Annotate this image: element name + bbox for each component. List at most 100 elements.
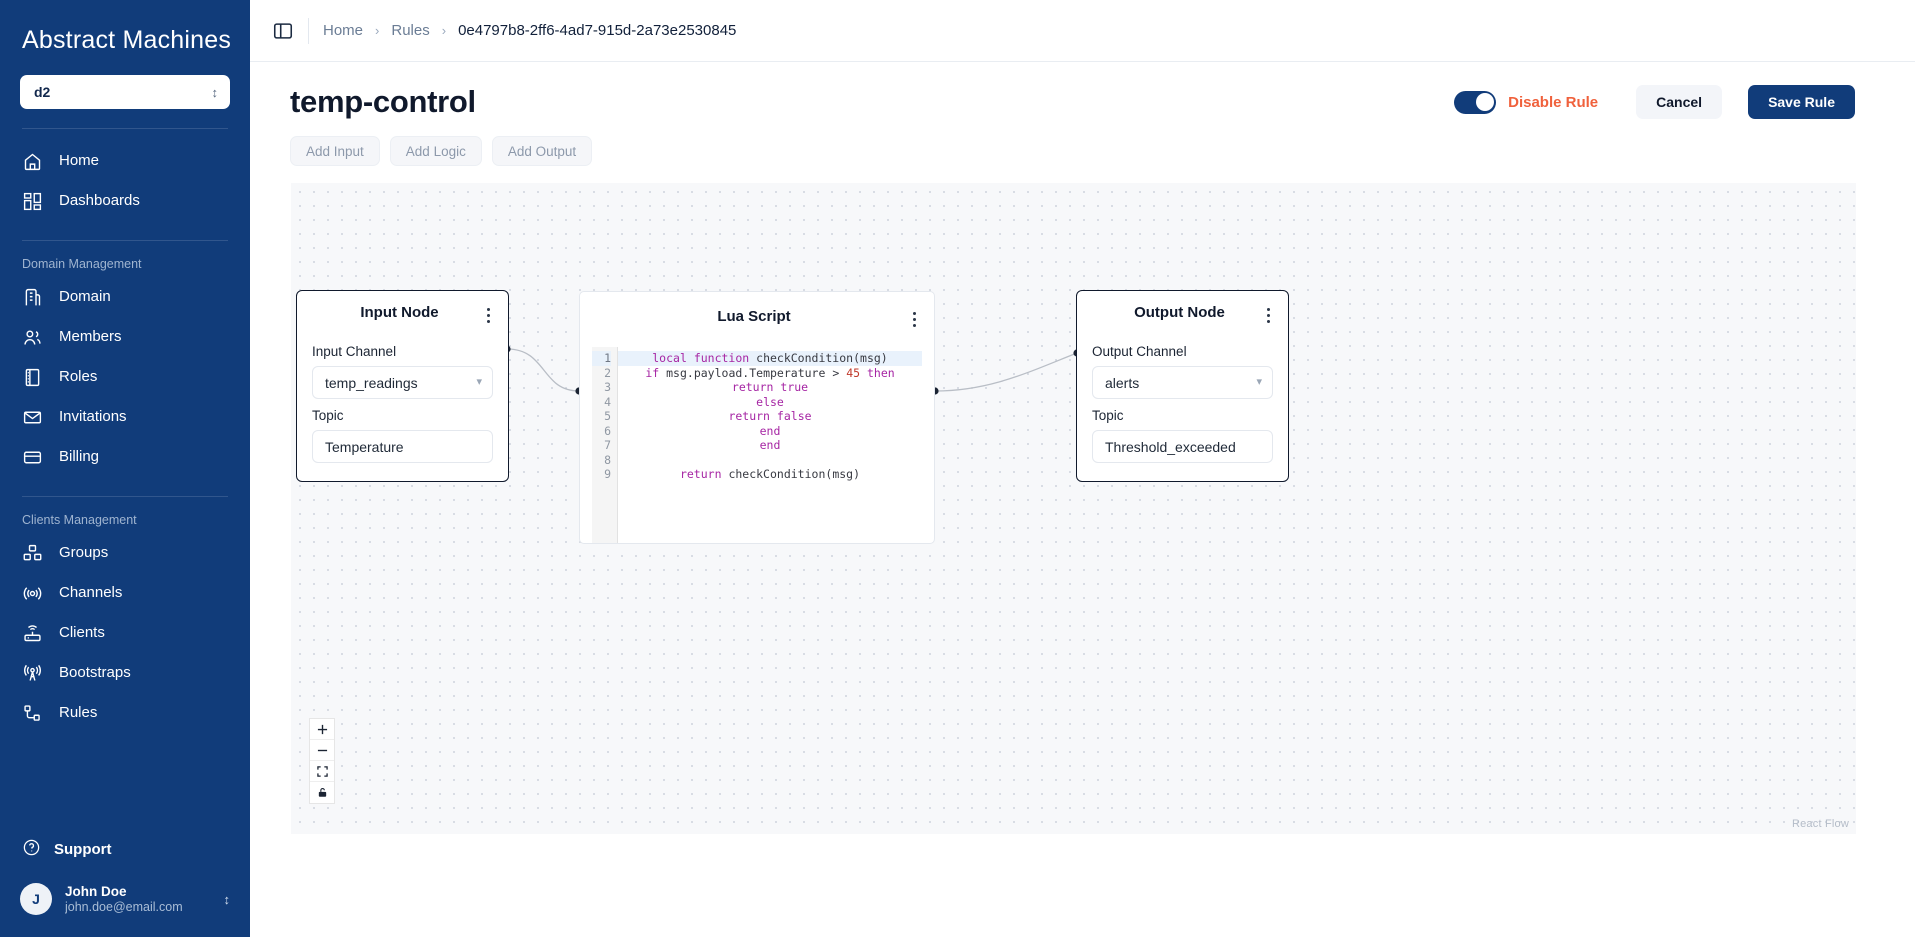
add-input-button[interactable]: Add Input (290, 136, 380, 166)
boxes-icon (22, 543, 43, 564)
cancel-button[interactable]: Cancel (1636, 85, 1723, 119)
sidebar-item-clients[interactable]: Clients (0, 613, 250, 653)
kebab-menu-icon[interactable] (1260, 304, 1276, 326)
code-line: end (759, 438, 781, 452)
support-label: Support (54, 841, 112, 858)
input-node[interactable]: Input Node Input Channel temp_readings ▾… (296, 290, 509, 482)
page-actions: Disable Rule Cancel Save Rule (1454, 85, 1855, 119)
disable-rule-label: Disable Rule (1508, 93, 1599, 111)
sidebar-section-domain-management: Domain Management (22, 257, 142, 271)
credit-card-icon (22, 447, 43, 468)
main-area: Home › Rules › 0e4797b8-2ff6-4ad7-915d-2… (250, 0, 1915, 937)
input-channel-select[interactable]: temp_readings ▾ (312, 366, 493, 399)
sidebar-item-label: Clients (59, 624, 105, 641)
brand-logo: Abstract Machines (0, 0, 250, 55)
user-name: John Doe (65, 884, 127, 900)
line-number: 5 (604, 409, 611, 423)
breadcrumb-item-home[interactable]: Home (323, 22, 363, 39)
input-topic-label: Topic (312, 408, 344, 423)
save-rule-button[interactable]: Save Rule (1748, 85, 1855, 119)
line-number: 9 (604, 467, 611, 481)
sidebar-item-groups[interactable]: Groups (0, 533, 250, 573)
code-line: return checkCondition(msg) (679, 467, 861, 481)
output-channel-label: Output Channel (1092, 344, 1187, 359)
lua-node-title: Lua Script (717, 308, 791, 325)
flow-canvas[interactable]: Input Node Input Channel temp_readings ▾… (291, 183, 1856, 834)
book-icon (22, 367, 43, 388)
input-topic-field[interactable]: Temperature (312, 430, 493, 463)
line-number: 1 (592, 351, 611, 366)
sidebar-item-roles[interactable]: Roles (0, 357, 250, 397)
sidebar-item-label: Bootstraps (59, 664, 131, 681)
code-line: local function checkCondition(msg) (618, 351, 922, 366)
topbar: Home › Rules › 0e4797b8-2ff6-4ad7-915d-2… (250, 0, 1915, 62)
sidebar-item-dashboards[interactable]: Dashboards (0, 181, 250, 221)
zoom-in-button[interactable] (310, 719, 334, 740)
flow-edges (503, 345, 1081, 395)
user-email: john.doe@email.com (65, 899, 183, 914)
line-number: 2 (604, 365, 611, 380)
line-number: 3 (604, 380, 611, 394)
sidebar-item-members[interactable]: Members (0, 317, 250, 357)
lua-code-editor[interactable]: 1 2 3 4 5 6 7 8 9 local function checkCo… (592, 347, 922, 543)
sidebar-item-bootstraps[interactable]: Bootstraps (0, 653, 250, 693)
topbar-divider (308, 17, 309, 44)
sidebar-nav-domain: Domain Members Roles Invitations Billing (0, 277, 250, 477)
domain-selector-value: d2 (34, 84, 51, 100)
sidebar-section-clients-management: Clients Management (22, 513, 137, 527)
add-logic-button[interactable]: Add Logic (389, 136, 482, 166)
sidebar-item-label: Rules (59, 704, 98, 721)
avatar: J (20, 883, 52, 915)
chevron-down-icon: ▾ (476, 376, 482, 388)
sidebar-nav-top: Home Dashboards (0, 141, 250, 221)
sidebar-item-label: Home (59, 152, 100, 169)
toggle-knob (1475, 93, 1494, 111)
lua-code-content[interactable]: local function checkCondition(msg) if ms… (618, 347, 922, 543)
disable-rule-toggle[interactable] (1454, 90, 1497, 114)
sidebar: Abstract Machines d2 ↕ Home Dashboards D… (0, 0, 250, 937)
react-flow-attribution: React Flow (1791, 818, 1849, 830)
line-number: 8 (604, 452, 611, 467)
sidebar-item-invitations[interactable]: Invitations (0, 397, 250, 437)
sidebar-item-rules[interactable]: Rules (0, 693, 250, 733)
antenna-icon (22, 663, 43, 684)
sidebar-item-label: Invitations (59, 408, 127, 425)
sidebar-item-home[interactable]: Home (0, 141, 250, 181)
output-channel-value: alerts (1105, 374, 1140, 391)
code-line: end (759, 423, 781, 438)
output-node[interactable]: Output Node Output Channel alerts ▾ Topi… (1076, 290, 1289, 482)
output-topic-field[interactable]: Threshold_exceeded (1092, 430, 1273, 463)
input-channel-label: Input Channel (312, 344, 397, 359)
zoom-out-button[interactable] (310, 740, 334, 761)
kebab-menu-icon[interactable] (480, 304, 496, 326)
lua-node-header: Lua Script (580, 292, 934, 330)
sidebar-item-domain[interactable]: Domain (0, 277, 250, 317)
input-node-header: Input Node (297, 291, 508, 326)
kebab-menu-icon[interactable] (906, 308, 922, 330)
user-profile-button[interactable]: J John Doe john.doe@email.com ↕ (0, 869, 250, 937)
domain-selector[interactable]: d2 ↕ (20, 75, 230, 109)
fit-view-button[interactable] (310, 761, 334, 782)
line-number: 7 (604, 438, 611, 452)
lock-button[interactable] (310, 782, 334, 803)
user-meta: John Doe john.doe@email.com (65, 884, 211, 914)
input-channel-value: temp_readings (325, 374, 418, 391)
output-channel-select[interactable]: alerts ▾ (1092, 366, 1273, 399)
sidebar-nav-clients: Groups Channels Clients Bootstraps Rules (0, 533, 250, 733)
sidebar-item-billing[interactable]: Billing (0, 437, 250, 477)
app-root: Abstract Machines d2 ↕ Home Dashboards D… (0, 0, 1915, 937)
sidebar-item-support[interactable]: Support (0, 830, 250, 869)
breadcrumb-item-rules[interactable]: Rules (391, 22, 429, 39)
lua-script-node[interactable]: Lua Script 1 2 3 4 5 6 7 8 9 local funct… (579, 291, 935, 544)
sidebar-item-label: Channels (59, 584, 123, 601)
sidebar-panel-icon[interactable] (272, 20, 294, 42)
output-topic-label: Topic (1092, 408, 1124, 423)
add-output-button[interactable]: Add Output (491, 136, 593, 166)
sidebar-item-label: Groups (59, 544, 109, 561)
sidebar-item-label: Billing (59, 448, 100, 465)
sidebar-item-channels[interactable]: Channels (0, 573, 250, 613)
output-node-body: Output Channel alerts ▾ Topic Threshold_… (1077, 326, 1288, 481)
input-node-body: Input Channel temp_readings ▾ Topic Temp… (297, 326, 508, 481)
